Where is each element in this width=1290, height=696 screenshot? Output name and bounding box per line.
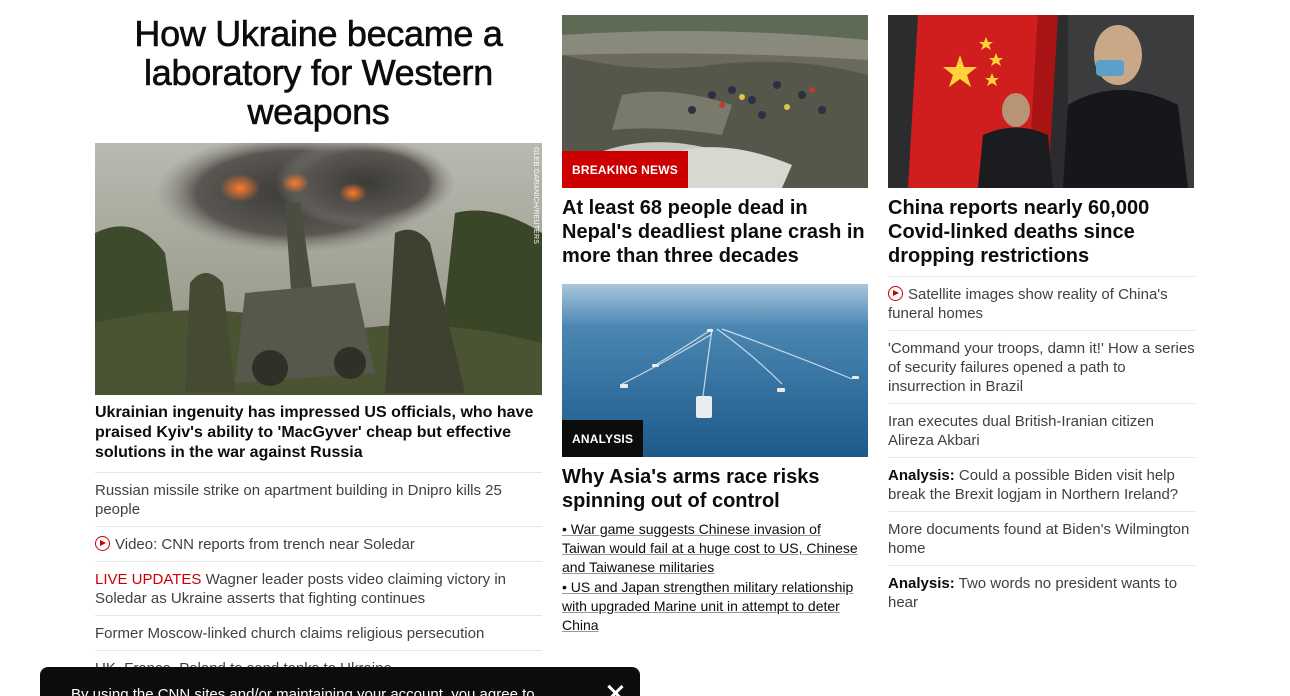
list-item-text: Satellite images show reality of China's… <box>888 286 1168 322</box>
play-icon <box>95 536 110 551</box>
list-item-text: Russian missile strike on apartment buil… <box>95 482 502 518</box>
analysis-label: Analysis: <box>888 467 955 484</box>
list-item[interactable]: Russian missile strike on apartment buil… <box>95 473 542 527</box>
list-item[interactable]: More documents found at Biden's Wilmingt… <box>888 512 1195 566</box>
left-headline-list: Russian missile strike on apartment buil… <box>95 473 542 686</box>
right-headline-list: Satellite images show reality of China's… <box>888 276 1195 619</box>
list-item-text: Iran executes dual British-Iranian citiz… <box>888 413 1154 449</box>
list-item-text: Video: CNN reports from trench near Sole… <box>115 536 415 553</box>
nepal-crash-image[interactable]: BREAKING NEWS <box>562 15 868 188</box>
nepal-crash-headline[interactable]: At least 68 people dead in Nepal's deadl… <box>562 196 868 268</box>
china-covid-headline[interactable]: China reports nearly 60,000 Covid-linked… <box>888 196 1195 268</box>
asia-arms-headline[interactable]: Why Asia's arms race risks spinning out … <box>562 465 868 513</box>
middle-column: BREAKING NEWS At least 68 people dead in… <box>562 0 868 636</box>
list-item-text: 'Command your troops, damn it!' How a se… <box>888 340 1195 395</box>
analysis-badge: ANALYSIS <box>562 420 644 457</box>
list-item[interactable]: Analysis: Could a possible Biden visit h… <box>888 458 1195 512</box>
bullet-link[interactable]: • US and Japan strengthen military relat… <box>562 578 868 635</box>
list-item[interactable]: Analysis: Two words no president wants t… <box>888 566 1195 619</box>
list-item[interactable]: Video: CNN reports from trench near Sole… <box>95 527 542 562</box>
consent-banner: By using the CNN sites and/or maintainin… <box>40 667 640 696</box>
asia-arms-bullets: • War game suggests Chinese invasion of … <box>562 520 868 635</box>
hero-image[interactable]: GLEB GARANICH/REUTERS <box>95 143 542 395</box>
asia-arms-image[interactable]: ANALYSIS <box>562 284 868 457</box>
left-column: How Ukraine became a laboratory for West… <box>95 0 542 686</box>
close-icon[interactable] <box>606 683 624 696</box>
list-item[interactable]: LIVE UPDATES Wagner leader posts video c… <box>95 562 542 616</box>
howitzer-photo <box>95 143 542 395</box>
right-column: China reports nearly 60,000 Covid-linked… <box>888 0 1195 619</box>
hero-headline[interactable]: How Ukraine became a laboratory for West… <box>95 14 542 132</box>
play-icon <box>888 286 903 301</box>
china-flag-photo <box>888 15 1194 188</box>
consent-text: By using the CNN sites and/or maintainin… <box>71 686 535 696</box>
analysis-label: Analysis: <box>888 575 955 592</box>
list-item[interactable]: Satellite images show reality of China's… <box>888 277 1195 331</box>
china-covid-image[interactable] <box>888 15 1194 188</box>
list-item-text: More documents found at Biden's Wilmingt… <box>888 521 1190 557</box>
breaking-news-badge: BREAKING NEWS <box>562 151 688 188</box>
photo-credit: GLEB GARANICH/REUTERS <box>532 147 539 245</box>
list-item[interactable]: Former Moscow-linked church claims relig… <box>95 616 542 651</box>
hero-lead[interactable]: Ukrainian ingenuity has impressed US off… <box>95 403 542 473</box>
list-item[interactable]: 'Command your troops, damn it!' How a se… <box>888 331 1195 404</box>
list-item[interactable]: Iran executes dual British-Iranian citiz… <box>888 404 1195 458</box>
live-updates-label: LIVE UPDATES <box>95 571 202 588</box>
list-item-text: Former Moscow-linked church claims relig… <box>95 625 485 642</box>
bullet-link[interactable]: • War game suggests Chinese invasion of … <box>562 520 868 577</box>
